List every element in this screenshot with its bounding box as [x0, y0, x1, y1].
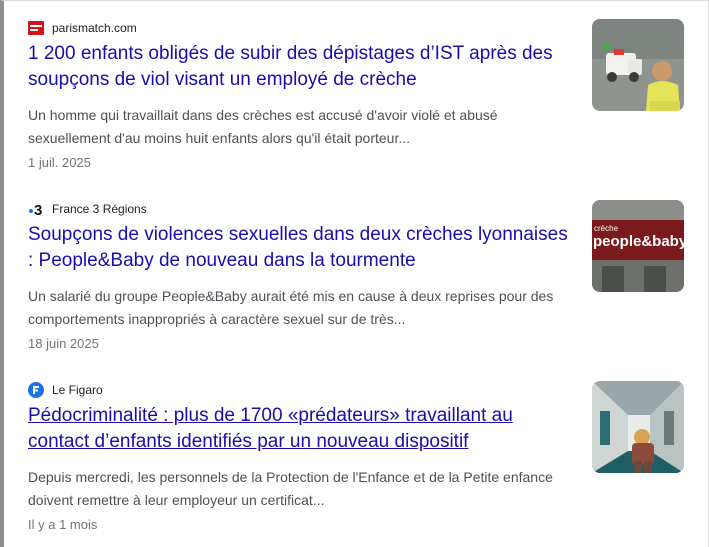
source-name: Le Figaro: [52, 383, 103, 397]
lefigaro-logo-icon: [28, 382, 44, 398]
news-card[interactable]: 3 France 3 Régions Soupçons de violences…: [28, 196, 688, 366]
source-name: France 3 Régions: [52, 202, 147, 216]
thumb-sign-top: crèche: [594, 224, 619, 233]
news-results-panel: parismatch.com 1 200 enfants obligés de …: [0, 0, 709, 547]
news-source[interactable]: 3 France 3 Régions: [28, 201, 147, 217]
news-source[interactable]: parismatch.com: [28, 20, 137, 36]
article-title-link[interactable]: Pédocriminalité : plus de 1700 «prédateu…: [28, 403, 573, 455]
article-date: 18 juin 2025: [28, 336, 99, 351]
article-snippet: Depuis mercredi, les personnels de la Pr…: [28, 469, 553, 508]
article-date: 1 juil. 2025: [28, 155, 91, 170]
france3-logo-text: 3: [34, 202, 42, 217]
article-snippet: Un homme qui travaillait dans des crèche…: [28, 107, 498, 146]
france3-logo-icon: 3: [28, 201, 44, 217]
article-thumbnail[interactable]: crèche people&baby: [592, 200, 684, 292]
news-card[interactable]: Le Figaro Pédocriminalité : plus de 1700…: [28, 377, 688, 547]
news-source[interactable]: Le Figaro: [28, 382, 103, 398]
source-name: parismatch.com: [52, 21, 137, 35]
article-thumbnail[interactable]: [592, 381, 684, 473]
thumb-sign-main: people&baby: [593, 233, 684, 250]
parismatch-logo-icon: [28, 20, 44, 36]
article-snippet: Un salarié du groupe People&Baby aurait …: [28, 288, 554, 327]
article-date: Il y a 1 mois: [28, 517, 98, 532]
article-title-link[interactable]: Soupçons de violences sexuelles dans deu…: [28, 222, 573, 274]
news-card[interactable]: parismatch.com 1 200 enfants obligés de …: [28, 15, 688, 185]
article-thumbnail[interactable]: [592, 19, 684, 111]
article-title-link[interactable]: 1 200 enfants obligés de subir des dépis…: [28, 41, 573, 93]
